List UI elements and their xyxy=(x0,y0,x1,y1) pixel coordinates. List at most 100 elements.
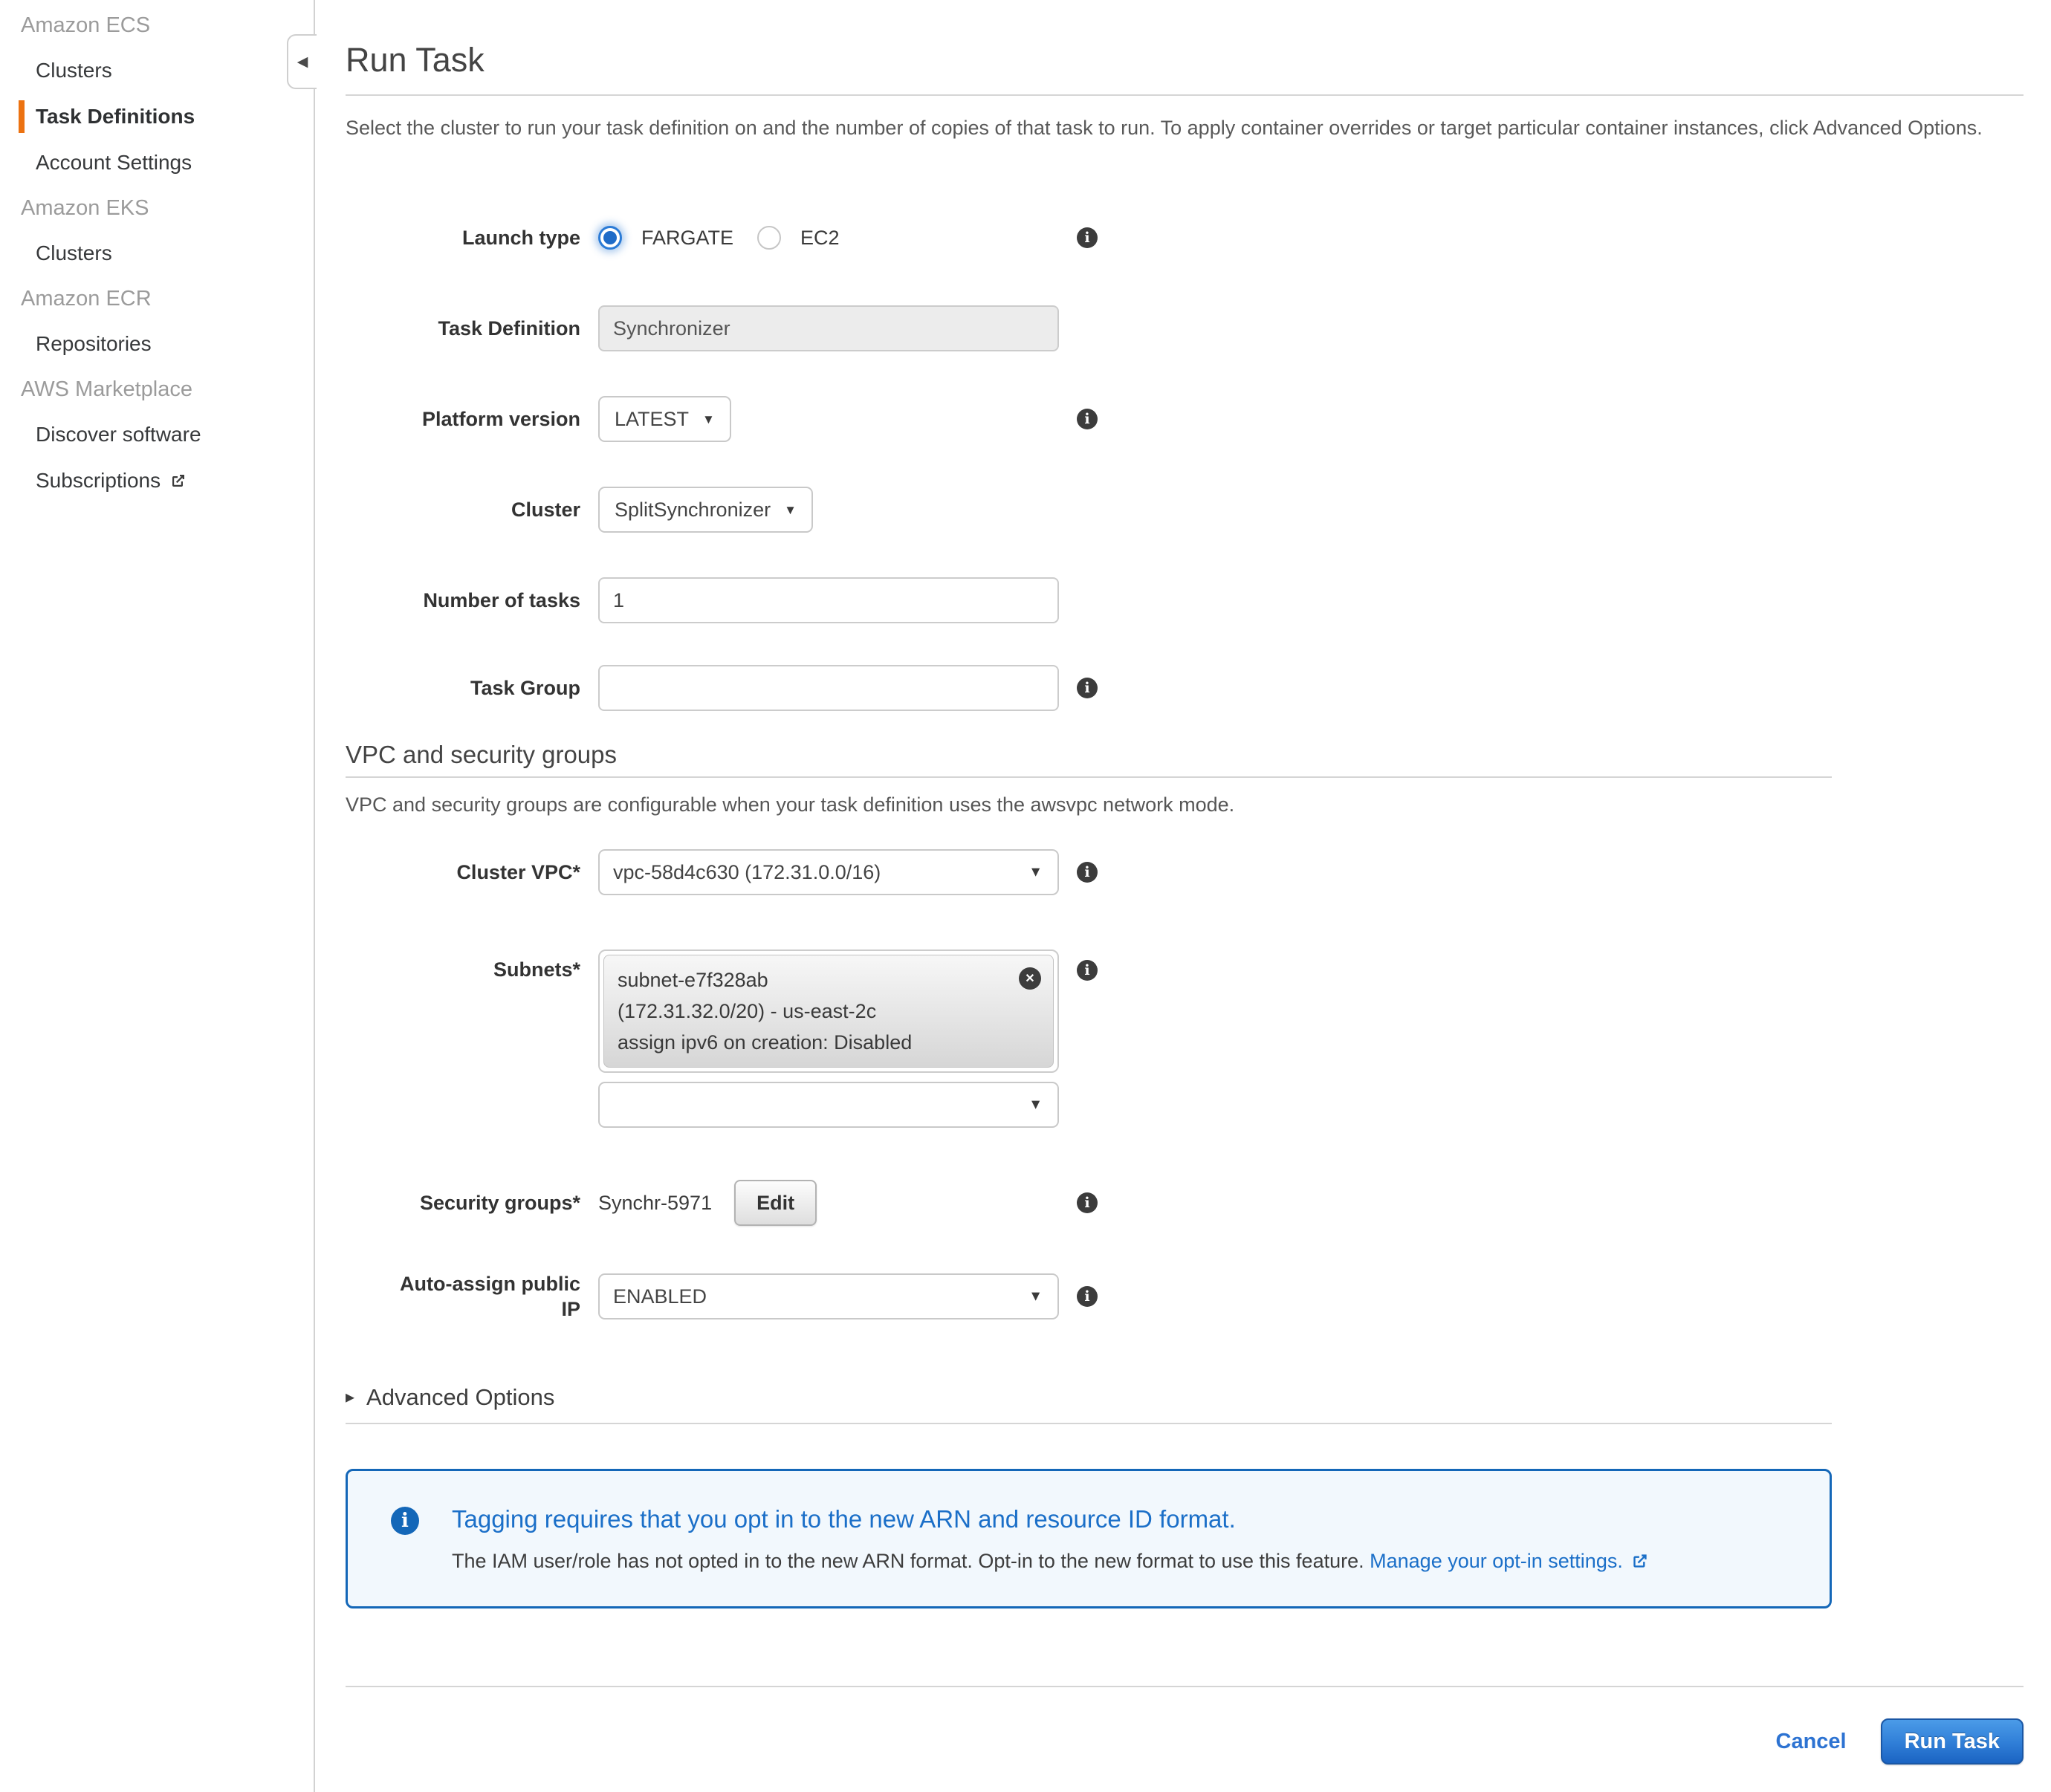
sidebar-item-account-settings[interactable]: Account Settings xyxy=(0,140,314,186)
auto-assign-ip-label: Auto-assign public IP xyxy=(386,1271,580,1322)
external-link-icon xyxy=(1630,1551,1650,1577)
alert-title: Tagging requires that you opt in to the … xyxy=(452,1505,1650,1533)
sidebar-section-amazon-ecr: Amazon ECR xyxy=(0,276,314,321)
fargate-radio-option[interactable]: FARGATE xyxy=(598,226,733,250)
sidebar-section-amazon-ecs: Amazon ECS xyxy=(0,3,314,48)
cancel-button[interactable]: Cancel xyxy=(1776,1730,1847,1754)
sidebar-item-clusters-eks[interactable]: Clusters xyxy=(0,230,314,276)
advanced-options-divider xyxy=(346,1423,1832,1424)
title-divider xyxy=(346,94,2024,96)
number-of-tasks-label: Number of tasks xyxy=(346,588,580,613)
auto-assign-ip-value: ENABLED xyxy=(613,1285,707,1308)
cluster-vpc-dropdown[interactable]: vpc-58d4c630 (172.31.0.0/16) ▼ xyxy=(598,849,1059,895)
cluster-label: Cluster xyxy=(346,497,580,522)
run-task-form: Launch type FARGATE EC2 i xyxy=(346,215,1832,711)
cluster-dropdown[interactable]: SplitSynchronizer ▼ xyxy=(598,487,813,533)
task-group-label: Task Group xyxy=(346,675,580,701)
platform-version-dropdown[interactable]: LATEST ▼ xyxy=(598,396,731,442)
auto-assign-ip-row: Auto-assign public IP ENABLED ▼ i xyxy=(346,1271,1832,1322)
sidebar-collapse-button[interactable]: ◀ xyxy=(287,34,317,89)
subnets-row: Subnets* subnet-e7f328ab (172.31.32.0/20… xyxy=(346,949,1832,1128)
page-description: Select the cluster to run your task defi… xyxy=(346,112,2024,143)
main-content: Run Task Select the cluster to run your … xyxy=(315,0,2051,1792)
security-groups-row: Security groups* Synchr-5971 Edit i xyxy=(346,1180,1832,1226)
caret-down-icon: ▼ xyxy=(702,413,715,426)
vpc-section-divider xyxy=(346,776,1832,778)
caret-right-icon: ▸ xyxy=(346,1389,354,1406)
sidebar-item-task-definitions[interactable]: Task Definitions xyxy=(0,94,314,140)
vpc-section-title: VPC and security groups xyxy=(346,741,1832,769)
page-title: Run Task xyxy=(346,41,2024,79)
security-groups-label: Security groups* xyxy=(346,1190,580,1215)
platform-version-info-icon[interactable]: i xyxy=(1077,409,1098,429)
subnets-selected-box: subnet-e7f328ab (172.31.32.0/20) - us-ea… xyxy=(598,949,1059,1073)
cluster-value: SplitSynchronizer xyxy=(615,499,771,522)
launch-type-info-icon[interactable]: i xyxy=(1077,227,1098,248)
vpc-section-description: VPC and security groups are configurable… xyxy=(346,790,1832,819)
task-group-info-icon[interactable]: i xyxy=(1077,678,1098,698)
advanced-options-toggle[interactable]: ▸ Advanced Options xyxy=(346,1384,1832,1411)
task-group-row: Task Group i xyxy=(346,665,1832,711)
alert-body: The IAM user/role has not opted in to th… xyxy=(452,1548,1650,1577)
subnet-chip-line: subnet-e7f328ab xyxy=(618,964,1008,996)
alert-link-label: Manage your opt-in settings. xyxy=(1370,1550,1623,1572)
launch-type-radio-group: FARGATE EC2 xyxy=(598,226,840,250)
fargate-radio[interactable] xyxy=(598,226,622,250)
alert-body-text: The IAM user/role has not opted in to th… xyxy=(452,1550,1364,1572)
auto-assign-ip-dropdown[interactable]: ENABLED ▼ xyxy=(598,1273,1059,1319)
subnets-info-icon[interactable]: i xyxy=(1077,960,1098,981)
footer-divider xyxy=(346,1686,2024,1687)
launch-type-label: Launch type xyxy=(346,225,580,250)
external-link-icon xyxy=(169,470,187,496)
cluster-row: Cluster SplitSynchronizer ▼ xyxy=(346,487,1832,533)
launch-type-row: Launch type FARGATE EC2 i xyxy=(346,215,1832,261)
security-group-value: Synchr-5971 xyxy=(598,1192,712,1215)
sidebar-section-amazon-eks: Amazon EKS xyxy=(0,186,314,230)
subnet-chip: subnet-e7f328ab (172.31.32.0/20) - us-ea… xyxy=(603,955,1054,1068)
platform-version-row: Platform version LATEST ▼ i xyxy=(346,396,1832,442)
manage-opt-in-settings-link[interactable]: Manage your opt-in settings. xyxy=(1370,1550,1650,1572)
task-definition-label: Task Definition xyxy=(346,316,580,341)
cluster-vpc-row: Cluster VPC* vpc-58d4c630 (172.31.0.0/16… xyxy=(346,849,1832,895)
caret-down-icon: ▼ xyxy=(1028,1098,1043,1112)
sidebar-section-aws-marketplace: AWS Marketplace xyxy=(0,367,314,412)
security-groups-info-icon[interactable]: i xyxy=(1077,1192,1098,1213)
run-task-button[interactable]: Run Task xyxy=(1881,1718,2024,1765)
cluster-vpc-info-icon[interactable]: i xyxy=(1077,862,1098,883)
sidebar: Amazon ECS Clusters Task Definitions Acc… xyxy=(0,0,315,1792)
platform-version-label: Platform version xyxy=(346,406,580,432)
advanced-options-label: Advanced Options xyxy=(366,1384,554,1411)
fargate-radio-label: FARGATE xyxy=(641,227,733,250)
page: Amazon ECS Clusters Task Definitions Acc… xyxy=(0,0,2051,1792)
footer-actions: Cancel Run Task xyxy=(346,1718,2024,1765)
subnet-chip-line: (172.31.32.0/20) - us-east-2c xyxy=(618,996,1008,1027)
sidebar-item-clusters-ecs[interactable]: Clusters xyxy=(0,48,314,94)
number-of-tasks-input[interactable] xyxy=(598,577,1059,623)
info-icon: i xyxy=(391,1507,419,1535)
caret-down-icon: ▼ xyxy=(1028,866,1043,880)
tagging-info-alert: i Tagging requires that you opt in to th… xyxy=(346,1469,1832,1608)
sidebar-item-label: Subscriptions xyxy=(36,469,161,492)
sidebar-item-discover-software[interactable]: Discover software xyxy=(0,412,314,458)
platform-version-value: LATEST xyxy=(615,408,689,431)
auto-assign-ip-info-icon[interactable]: i xyxy=(1077,1286,1098,1307)
ec2-radio[interactable] xyxy=(757,226,781,250)
collapse-arrow-icon: ◀ xyxy=(297,55,308,69)
sidebar-item-repositories[interactable]: Repositories xyxy=(0,321,314,367)
task-definition-input xyxy=(598,305,1059,351)
cluster-vpc-label: Cluster VPC* xyxy=(346,860,580,885)
task-definition-row: Task Definition xyxy=(346,305,1832,351)
vpc-section: VPC and security groups VPC and security… xyxy=(346,741,1832,1424)
caret-down-icon: ▼ xyxy=(784,504,797,516)
sidebar-item-subscriptions[interactable]: Subscriptions xyxy=(0,458,314,506)
vpc-form: Cluster VPC* vpc-58d4c630 (172.31.0.0/16… xyxy=(346,849,1832,1322)
ec2-radio-option[interactable]: EC2 xyxy=(757,226,840,250)
number-of-tasks-row: Number of tasks xyxy=(346,577,1832,623)
alert-text: Tagging requires that you opt in to the … xyxy=(452,1505,1650,1577)
remove-subnet-button[interactable]: ✕ xyxy=(1019,967,1041,990)
cluster-vpc-value: vpc-58d4c630 (172.31.0.0/16) xyxy=(613,861,881,884)
ec2-radio-label: EC2 xyxy=(800,227,840,250)
subnets-dropdown[interactable]: ▼ xyxy=(598,1082,1059,1128)
edit-security-groups-button[interactable]: Edit xyxy=(734,1180,817,1226)
task-group-input[interactable] xyxy=(598,665,1059,711)
